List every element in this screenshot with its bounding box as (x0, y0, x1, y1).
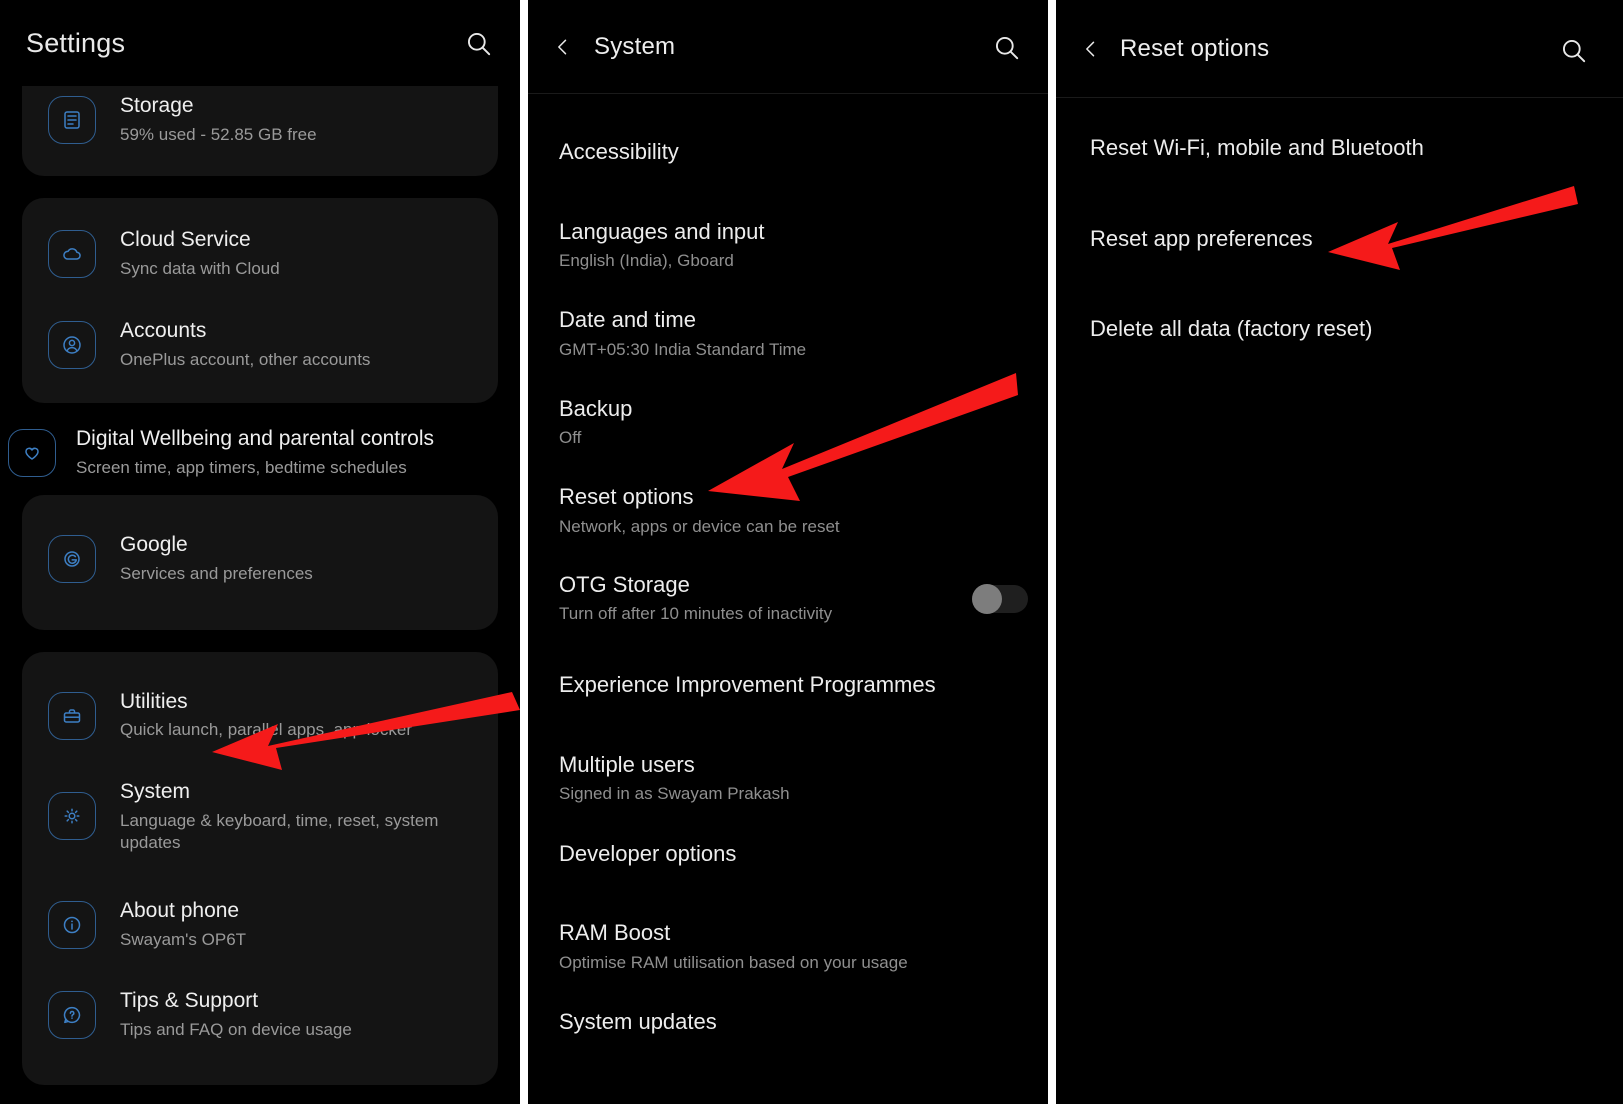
list-item-title: Developer options (559, 840, 737, 866)
heart-icon (8, 428, 56, 477)
page-title: Reset options (1120, 34, 1270, 62)
list-item-factory-reset[interactable]: Delete all data (factory reset) (1056, 315, 1623, 343)
list-item-subtitle: Sync data with Cloud (120, 259, 280, 279)
list-item-languages[interactable]: Languages and input English (India), Gbo… (528, 218, 1048, 273)
list-item-ram-boost[interactable]: RAM Boost Optimise RAM utilisation based… (528, 919, 1048, 974)
reset-options-appbar: Reset options (1056, 0, 1623, 98)
list-item-title: Backup (559, 395, 633, 421)
screenshot-stage: Settings Storage 59% used - 52.85 GB fre… (0, 0, 1623, 1104)
list-item-developer-options[interactable]: Developer options (528, 840, 1048, 868)
list-item-title: Multiple users (559, 751, 695, 777)
list-item-otg-storage[interactable]: OTG Storage Turn off after 10 minutes of… (528, 571, 1048, 626)
reset-options-list[interactable]: Reset Wi-Fi, mobile and Bluetooth Reset … (1056, 98, 1623, 343)
list-item-title: Tips & Support (120, 988, 259, 1012)
settings-card-accounts: Cloud Service Sync data with Cloud Accou… (22, 198, 498, 403)
list-item-subtitle: Network, apps or device can be reset (559, 516, 840, 536)
list-item-subtitle: Turn off after 10 minutes of inactivity (559, 604, 833, 624)
list-item-title: RAM Boost (559, 920, 671, 946)
list-item-multiple-users[interactable]: Multiple users Signed in as Swayam Praka… (528, 751, 1048, 806)
list-item-title: Experience Improvement Programmes (559, 672, 936, 698)
list-item-subtitle: Language & keyboard, time, reset, system… (120, 810, 439, 853)
list-item-title: About phone (120, 898, 240, 922)
google-icon (48, 535, 96, 584)
search-icon[interactable] (986, 27, 1026, 67)
panel-divider (520, 0, 528, 1104)
list-item[interactable]: Accounts OnePlus account, other accounts (22, 299, 498, 389)
settings-screen: Settings Storage 59% used - 52.85 GB fre… (0, 0, 520, 1104)
list-item-title: Delete all data (factory reset) (1090, 316, 1373, 341)
page-title: Settings (26, 27, 126, 58)
info-icon (48, 900, 96, 949)
list-item-title: Cloud Service (120, 228, 251, 252)
settings-appbar: Settings (0, 0, 520, 86)
settings-scroll-area[interactable]: Storage 59% used - 52.85 GB free Cloud S… (0, 86, 520, 1104)
list-item-title: Date and time (559, 307, 696, 333)
search-icon[interactable] (458, 23, 498, 63)
list-item-subtitle: English (India), Gboard (559, 251, 734, 270)
list-item[interactable]: Google Services and preferences (22, 513, 498, 603)
list-item[interactable]: Storage 59% used - 52.85 GB free (22, 90, 498, 172)
list-item-title: Digital Wellbeing and parental controls (76, 426, 434, 450)
list-item-backup[interactable]: Backup Off (528, 395, 1048, 450)
list-item-subtitle: Tips and FAQ on device usage (120, 1019, 352, 1039)
list-item-reset-network[interactable]: Reset Wi-Fi, mobile and Bluetooth (1056, 134, 1623, 162)
list-item-title: Storage (120, 94, 194, 117)
list-item-experience-improvement[interactable]: Experience Improvement Programmes (528, 671, 1048, 699)
list-item-title: Google (120, 533, 188, 557)
storage-icon (48, 96, 96, 144)
list-item-subtitle: Signed in as Swayam Prakash (559, 784, 790, 804)
list-item-title: Utilities (120, 689, 188, 713)
list-item[interactable]: Utilities Quick launch, parallel apps, a… (22, 670, 498, 760)
list-item-subtitle: 59% used - 52.85 GB free (120, 124, 317, 144)
settings-card-google: Google Services and preferences (22, 495, 498, 630)
settings-card-system: Utilities Quick launch, parallel apps, a… (22, 651, 498, 1086)
list-item[interactable]: Tips & Support Tips and FAQ on device us… (22, 969, 498, 1059)
page-title: System (594, 32, 676, 60)
chevron-left-icon[interactable] (1074, 32, 1108, 66)
otg-storage-toggle[interactable] (972, 583, 1028, 614)
list-item-system-updates[interactable]: System updates (528, 1008, 1048, 1036)
account-icon (48, 320, 96, 369)
list-item-title: Accessibility (559, 139, 679, 164)
list-item-subtitle: Screen time, app timers, bedtime schedul… (76, 457, 407, 477)
list-item-title: System updates (559, 1008, 717, 1034)
list-item-title: Languages and input (559, 218, 765, 244)
list-item[interactable]: Cloud Service Sync data with Cloud (22, 208, 498, 298)
chevron-left-icon[interactable] (546, 30, 580, 64)
search-icon[interactable] (1553, 30, 1593, 70)
system-list[interactable]: Accessibility Languages and input Englis… (528, 94, 1048, 1035)
list-item-subtitle: Quick launch, parallel apps, app locker (120, 720, 412, 740)
list-item-title: OTG Storage (559, 571, 690, 597)
list-item-title: System (120, 779, 191, 803)
list-item-title: Reset Wi-Fi, mobile and Bluetooth (1090, 135, 1424, 160)
help-icon (48, 990, 96, 1039)
list-item-subtitle: Swayam's OP6T (120, 929, 247, 949)
list-item-title: Accounts (120, 318, 207, 342)
list-item-title: Reset app preferences (1090, 225, 1313, 251)
panel-divider (1048, 0, 1056, 1104)
system-screen: System Accessibility Languages and input… (528, 0, 1048, 1104)
gear-icon (48, 791, 96, 840)
list-item-system[interactable]: System Language & keyboard, time, reset,… (22, 760, 498, 879)
list-item-subtitle: GMT+05:30 India Standard Time (559, 339, 807, 359)
list-item-digital-wellbeing[interactable]: Digital Wellbeing and parental controls … (0, 409, 520, 495)
list-item-subtitle: Optimise RAM utilisation based on your u… (559, 952, 908, 972)
list-item-subtitle: OnePlus account, other accounts (120, 349, 371, 369)
reset-options-screen: Reset options Reset Wi-Fi, mobile and Bl… (1056, 0, 1623, 1104)
toggle-knob (972, 583, 1002, 614)
list-item-accessibility[interactable]: Accessibility (528, 138, 1048, 166)
list-item-subtitle: Off (559, 428, 582, 448)
system-appbar: System (528, 0, 1048, 94)
list-item-title: Reset options (559, 484, 694, 510)
list-item-date-time[interactable]: Date and time GMT+05:30 India Standard T… (528, 306, 1048, 361)
list-item-reset-options[interactable]: Reset options Network, apps or device ca… (528, 483, 1048, 538)
list-item-reset-app-preferences[interactable]: Reset app preferences (1056, 225, 1623, 253)
toolbox-icon (48, 691, 96, 740)
cloud-icon (48, 230, 96, 279)
list-item[interactable]: About phone Swayam's OP6T (22, 879, 498, 969)
list-item-subtitle: Services and preferences (120, 564, 313, 584)
settings-card-storage: Storage 59% used - 52.85 GB free (22, 86, 498, 177)
